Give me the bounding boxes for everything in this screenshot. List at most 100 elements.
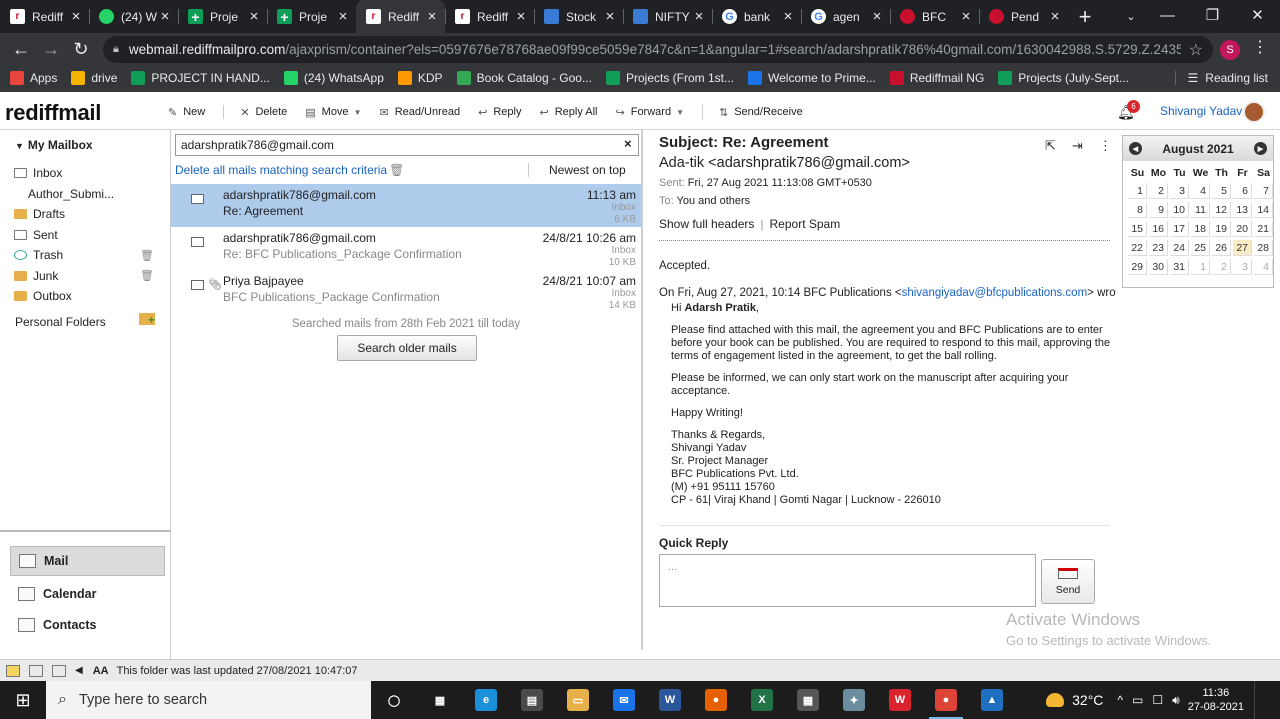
folder-junk[interactable]: Junk 🗑︎ [14, 269, 164, 283]
chrome-taskbar-button[interactable]: ● [923, 681, 969, 719]
bookmark-item[interactable]: Rediffmail NG [889, 71, 984, 85]
bookmark-item[interactable]: KDP [397, 71, 443, 85]
delete-all-matching-link[interactable]: Delete all mails matching search criteri… [175, 163, 404, 177]
close-tab-icon[interactable]: × [336, 8, 350, 25]
rediffmail-logo[interactable]: rediffmail [5, 100, 101, 126]
bookmark-item[interactable]: Book Catalog - Goo... [456, 71, 592, 85]
calendar-day[interactable]: 22 [1128, 240, 1147, 256]
calendar-day[interactable]: 12 [1212, 202, 1231, 218]
pop-out-icon[interactable]: ⇥ [1072, 138, 1083, 154]
calendar-day[interactable]: 25 [1191, 240, 1210, 256]
folder-drafts[interactable]: Drafts [14, 207, 164, 221]
photos-taskbar-button[interactable]: ▲ [969, 681, 1015, 719]
edge-taskbar-button[interactable]: e [463, 681, 509, 719]
close-window-icon[interactable]: ✕ [1235, 0, 1280, 30]
search-input[interactable]: adarshpratik786@gmail.com [175, 134, 639, 156]
close-tab-icon[interactable]: × [603, 8, 617, 25]
font-size-icon[interactable]: AA [93, 665, 109, 677]
forward-button[interactable]: ↪ Forward ▼ [616, 106, 684, 119]
browser-tab[interactable]: NIFTY × [623, 0, 712, 33]
forward-icon[interactable]: → [36, 34, 66, 64]
close-tab-icon[interactable]: × [1048, 8, 1062, 25]
calendar-day[interactable]: 29 [1128, 259, 1147, 275]
calendar-day[interactable]: 27 [1233, 240, 1252, 256]
calendar-day[interactable]: 16 [1149, 221, 1168, 237]
calendar-day[interactable]: 23 [1149, 240, 1168, 256]
move-button[interactable]: ▤ Move ▼ [305, 106, 361, 119]
reply-all-button[interactable]: ↩ Reply All [539, 106, 597, 119]
module-calendar[interactable]: Calendar [10, 579, 165, 609]
calendar-day[interactable]: 5 [1212, 183, 1231, 199]
browser-tab[interactable]: Rediff × [445, 0, 534, 33]
bookmark-star-icon[interactable]: ☆ [1189, 40, 1203, 60]
close-tab-icon[interactable]: × [514, 8, 528, 25]
mail-taskbar-button[interactable]: ✉ [601, 681, 647, 719]
calendar-day[interactable]: 2 [1212, 259, 1231, 275]
close-tab-icon[interactable]: × [959, 8, 973, 25]
browser-tab[interactable]: Proje × [178, 0, 267, 33]
list-view-icon[interactable] [29, 664, 43, 677]
task-view-taskbar-button[interactable]: ◯ [371, 681, 417, 719]
calendar-day[interactable]: 15 [1128, 221, 1147, 237]
calendar-day[interactable]: 1 [1128, 183, 1147, 199]
tab-search-icon[interactable]: ⌄ [1120, 5, 1142, 27]
browser-tab[interactable]: bank × [712, 0, 801, 33]
bookmark-item[interactable]: Projects (July-Sept... [998, 71, 1129, 85]
bookmark-item[interactable]: PROJECT IN HAND... [131, 71, 270, 85]
bookmark-item[interactable]: drive [71, 71, 117, 85]
close-tab-icon[interactable]: × [692, 8, 706, 25]
quick-reply-input[interactable]: ... [659, 554, 1036, 607]
calendar-day[interactable]: 4 [1191, 183, 1210, 199]
store-taskbar-button[interactable]: ▤ [509, 681, 555, 719]
send-button[interactable]: Send [1041, 559, 1095, 604]
address-bar[interactable]: 🔒︎ webmail.rediffmailpro.com/ajaxprism/c… [103, 36, 1213, 63]
show-full-headers-link[interactable]: Show full headers [659, 217, 754, 231]
prev-month-icon[interactable]: ◀ [1129, 142, 1142, 155]
browser-tab[interactable]: Rediff × [0, 0, 89, 33]
calendar-day[interactable]: 8 [1128, 202, 1147, 218]
search-older-mails-button[interactable]: Search older mails [337, 335, 477, 361]
calendar-day[interactable]: 9 [1149, 202, 1168, 218]
sound-icon[interactable]: ◀ [75, 665, 83, 676]
add-folder-icon[interactable]: + [139, 313, 155, 327]
calculator-taskbar-button[interactable]: ▦ [785, 681, 831, 719]
mail-row[interactable]: 📎︎ Priya Bajpayee BFC Publications_Package… [171, 270, 641, 313]
new-tab-icon[interactable]: + [1068, 0, 1102, 33]
close-tab-icon[interactable]: × [158, 8, 172, 25]
clear-search-icon[interactable]: × [624, 136, 632, 151]
browser-tab[interactable]: Rediff × [356, 0, 445, 33]
browser-tab[interactable]: agen × [801, 0, 890, 33]
calendar-day[interactable]: 4 [1254, 259, 1273, 275]
bookmark-item[interactable]: Projects (From 1st... [605, 71, 734, 85]
calendar-day[interactable]: 1 [1191, 259, 1210, 275]
close-tab-icon[interactable]: × [870, 8, 884, 25]
bookmark-item[interactable]: (24) WhatsApp [283, 71, 384, 85]
open-external-icon[interactable]: ⇱ [1045, 138, 1056, 154]
file-explorer-taskbar-button[interactable]: ▭ [555, 681, 601, 719]
profile-avatar[interactable]: S [1220, 40, 1240, 60]
minimize-icon[interactable]: — [1145, 0, 1190, 30]
reply-button[interactable]: ↩ Reply [478, 106, 521, 119]
calendar-day[interactable]: 3 [1233, 259, 1252, 275]
back-icon[interactable]: ← [6, 34, 36, 64]
calendar-day[interactable]: 28 [1254, 240, 1273, 256]
close-tab-icon[interactable]: × [781, 8, 795, 25]
to-value[interactable]: You and others [677, 195, 751, 207]
mail-row[interactable]: adarshpratik786@gmail.com Re: Agreement 11… [171, 184, 641, 227]
notifications-icon[interactable] [1254, 681, 1280, 719]
word-taskbar-button[interactable]: W [647, 681, 693, 719]
browser-menu-icon[interactable]: ⋮ [1252, 37, 1268, 57]
next-month-icon[interactable]: ▶ [1253, 142, 1267, 155]
taskbar-search[interactable]: ⌕ Type here to search [46, 681, 371, 719]
browser-tab[interactable]: Pend × [979, 0, 1068, 33]
browser-tab[interactable]: Stock × [534, 0, 623, 33]
close-tab-icon[interactable]: × [69, 8, 83, 25]
excel-taskbar-button[interactable]: X [739, 681, 785, 719]
quote-email-link[interactable]: shivangiyadav@bfcpublications.com [902, 287, 1088, 299]
folder-inbox[interactable]: Inbox [14, 166, 164, 180]
calendar-day[interactable]: 31 [1170, 259, 1189, 275]
calendar-day[interactable]: 24 [1170, 240, 1189, 256]
close-tab-icon[interactable]: × [247, 8, 261, 25]
mail-row[interactable]: adarshpratik786@gmail.com Re: BFC Publica… [171, 227, 641, 270]
folder-outbox[interactable]: Outbox [14, 289, 164, 303]
